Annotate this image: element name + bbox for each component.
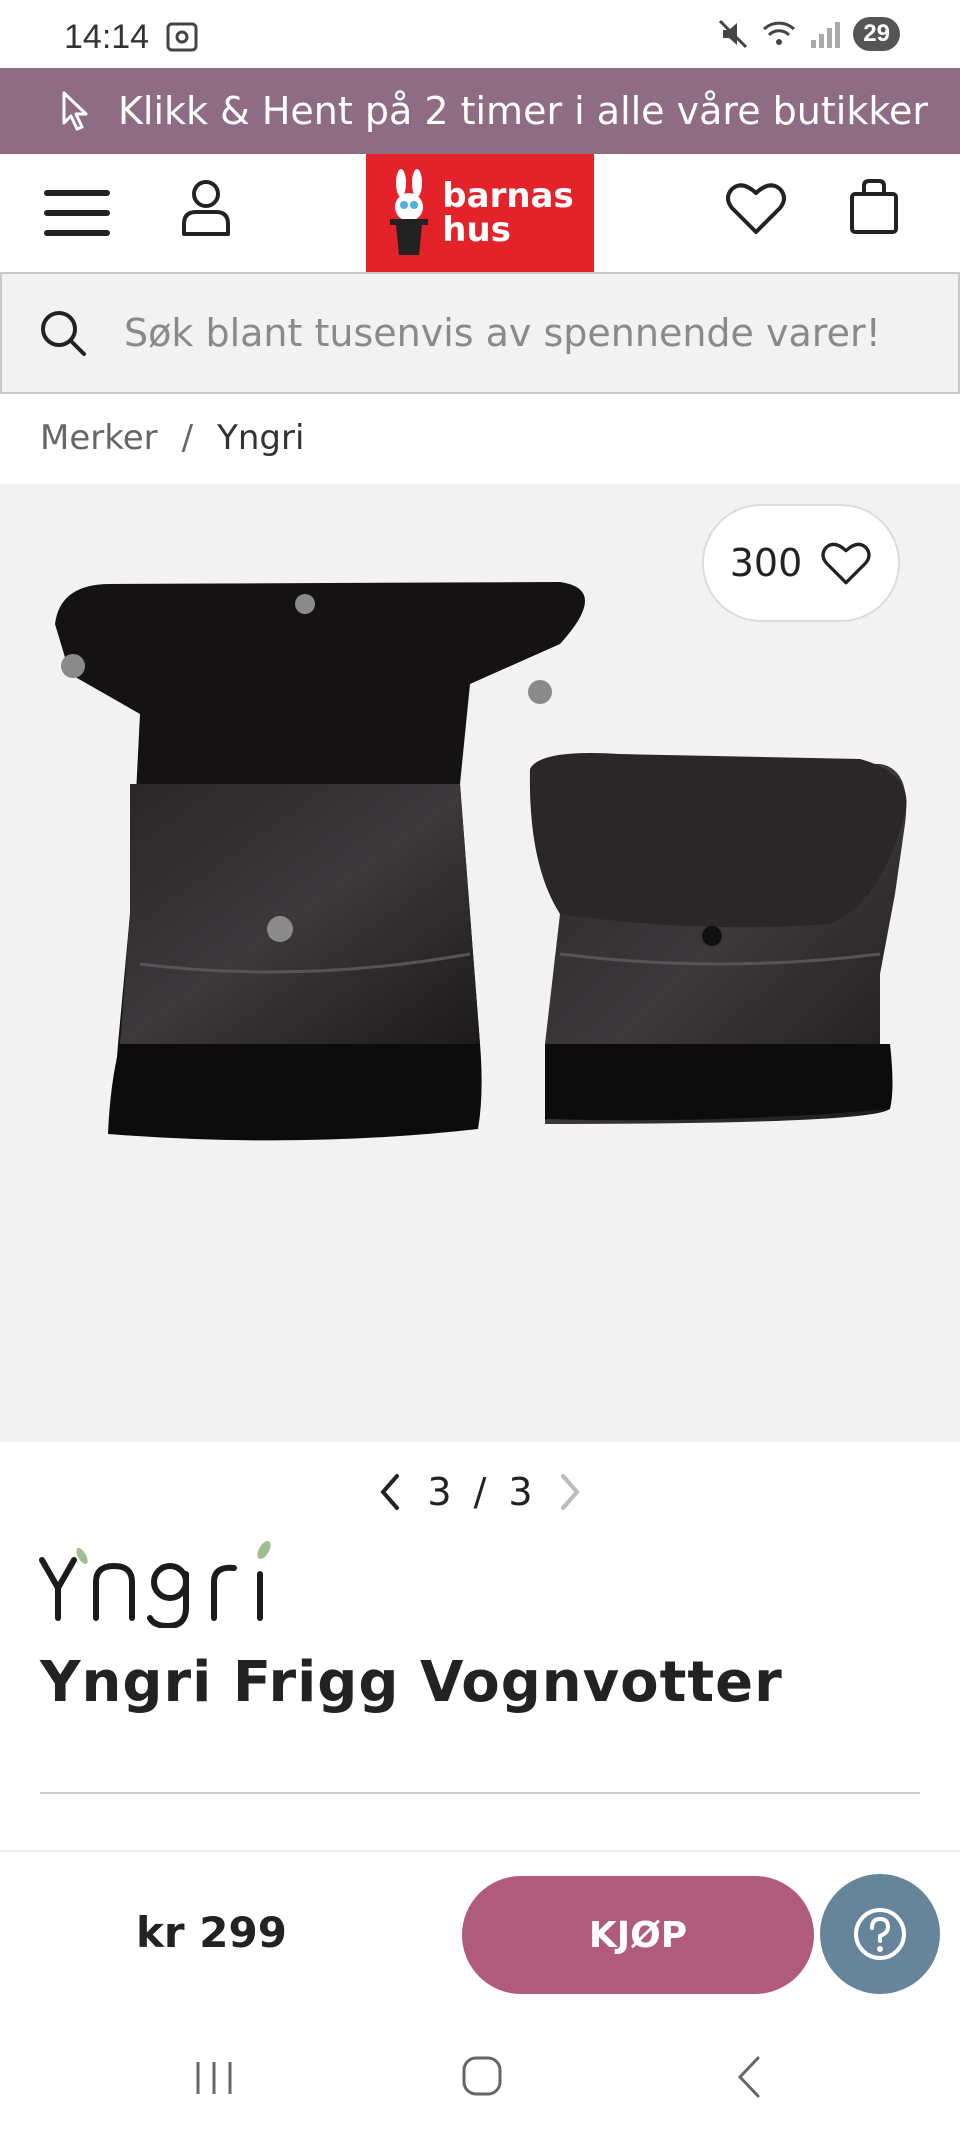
product-image <box>55 582 907 1141</box>
product-price: kr 299 <box>136 1908 287 1957</box>
promo-banner[interactable]: Klikk & Hent på 2 timer i alle våre buti… <box>0 68 960 154</box>
account-icon[interactable] <box>180 178 232 236</box>
heart-icon <box>821 542 871 585</box>
menu-bar <box>44 210 110 216</box>
status-bar: 14:14 29 <box>0 0 960 68</box>
logo-line1: barnas <box>442 176 574 216</box>
buy-button[interactable]: KJØP <box>462 1876 814 1994</box>
bunny-hat-icon <box>390 169 429 255</box>
site-header: barnas hus <box>0 154 960 272</box>
question-icon <box>854 1908 906 1960</box>
breadcrumb: Merker / Yngri <box>40 418 304 458</box>
back-icon[interactable] <box>734 2054 764 2100</box>
help-button[interactable] <box>820 1874 940 1994</box>
wifi-icon <box>763 21 796 45</box>
breadcrumb-item-merker[interactable]: Merker <box>40 418 158 458</box>
favorite-button[interactable]: 300 <box>702 504 900 622</box>
buy-bar: kr 299 KJØP <box>0 1850 960 2014</box>
menu-bar <box>44 230 110 236</box>
screenshot-icon <box>166 22 198 52</box>
battery-indicator: 29 <box>853 17 900 51</box>
pager-current: 3 <box>427 1470 452 1514</box>
image-pager: 3 / 3 <box>0 1462 960 1522</box>
product-title: Yngri Frigg Vognvotter <box>40 1650 783 1715</box>
menu-bar <box>44 190 110 196</box>
wishlist-heart-icon[interactable] <box>726 180 786 236</box>
logo-text: barnas hus <box>442 179 573 247</box>
menu-button[interactable] <box>44 190 110 240</box>
search-bar[interactable] <box>0 272 960 394</box>
logo-line2: hus <box>442 210 511 250</box>
chevron-left-icon[interactable] <box>375 1472 405 1512</box>
search-input[interactable] <box>124 311 924 355</box>
site-logo[interactable]: barnas hus <box>366 154 594 272</box>
mute-icon <box>719 19 748 49</box>
status-time: 14:14 <box>64 18 150 56</box>
favorite-count: 300 <box>729 541 803 585</box>
promo-text: Klikk & Hent på 2 timer i alle våre buti… <box>118 89 928 133</box>
chevron-right-icon[interactable] <box>555 1472 585 1512</box>
cursor-icon <box>62 91 88 131</box>
product-gallery[interactable]: 300 <box>0 484 960 1442</box>
system-nav-bar <box>0 2014 960 2133</box>
pager-total: 3 <box>508 1470 533 1514</box>
home-icon[interactable] <box>460 2054 504 2098</box>
brand-logo[interactable] <box>38 1538 318 1628</box>
recent-apps-icon[interactable] <box>192 2058 236 2098</box>
breadcrumb-separator: / <box>181 418 194 458</box>
divider <box>40 1792 920 1794</box>
shopping-bag-icon[interactable] <box>848 178 900 236</box>
signal-icon <box>811 22 841 48</box>
breadcrumb-item-yngri[interactable]: Yngri <box>217 418 304 458</box>
search-icon <box>41 311 86 356</box>
status-icons: 29 <box>715 16 900 52</box>
pager-separator: / <box>473 1470 487 1514</box>
